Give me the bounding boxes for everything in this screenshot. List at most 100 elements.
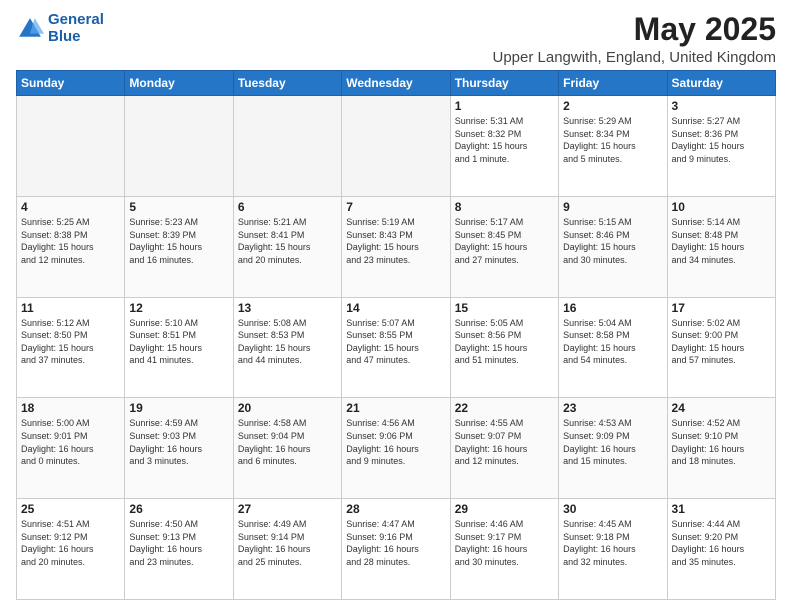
weekday-header-friday: Friday bbox=[559, 71, 667, 96]
title-block: May 2025 Upper Langwith, England, United… bbox=[492, 12, 776, 66]
header: General Blue May 2025 Upper Langwith, En… bbox=[16, 12, 776, 66]
day-number: 31 bbox=[672, 502, 771, 516]
day-info: Sunrise: 5:02 AM Sunset: 9:00 PM Dayligh… bbox=[672, 317, 771, 367]
calendar-cell: 7 Sunrise: 5:19 AM Sunset: 8:43 PM Daylig… bbox=[342, 196, 450, 297]
calendar-cell bbox=[342, 96, 450, 197]
day-info: Sunrise: 5:04 AM Sunset: 8:58 PM Dayligh… bbox=[563, 317, 662, 367]
day-number: 2 bbox=[563, 99, 662, 113]
weekday-header-saturday: Saturday bbox=[667, 71, 775, 96]
day-number: 4 bbox=[21, 200, 120, 214]
week-row-4: 18 Sunrise: 5:00 AM Sunset: 9:01 PM Dayli… bbox=[17, 398, 776, 499]
day-info: Sunrise: 5:14 AM Sunset: 8:48 PM Dayligh… bbox=[672, 216, 771, 266]
day-info: Sunrise: 4:52 AM Sunset: 9:10 PM Dayligh… bbox=[672, 417, 771, 467]
day-number: 6 bbox=[238, 200, 337, 214]
day-info: Sunrise: 4:45 AM Sunset: 9:18 PM Dayligh… bbox=[563, 518, 662, 568]
calendar-cell: 30 Sunrise: 4:45 AM Sunset: 9:18 PM Dayli… bbox=[559, 499, 667, 600]
day-info: Sunrise: 5:23 AM Sunset: 8:39 PM Dayligh… bbox=[129, 216, 228, 266]
day-number: 12 bbox=[129, 301, 228, 315]
calendar-cell: 13Sunrise: 5:08 AM Sunset: 8:53 PM Dayli… bbox=[233, 297, 341, 398]
day-number: 5 bbox=[129, 200, 228, 214]
day-number: 9 bbox=[563, 200, 662, 214]
day-info: Sunrise: 4:58 AM Sunset: 9:04 PM Dayligh… bbox=[238, 417, 337, 467]
calendar-cell: 6Sunrise: 5:21 AM Sunset: 8:41 PM Daylig… bbox=[233, 196, 341, 297]
day-number: 20 bbox=[238, 401, 337, 415]
day-info: Sunrise: 4:46 AM Sunset: 9:17 PM Dayligh… bbox=[455, 518, 554, 568]
calendar-cell: 17 Sunrise: 5:02 AM Sunset: 9:00 PM Dayli… bbox=[667, 297, 775, 398]
day-info: Sunrise: 4:56 AM Sunset: 9:06 PM Dayligh… bbox=[346, 417, 445, 467]
weekday-header-monday: Monday bbox=[125, 71, 233, 96]
day-number: 27 bbox=[238, 502, 337, 516]
calendar-cell: 21 Sunrise: 4:56 AM Sunset: 9:06 PM Dayli… bbox=[342, 398, 450, 499]
location-title: Upper Langwith, England, United Kingdom bbox=[492, 49, 776, 66]
calendar-cell: 4 Sunrise: 5:25 AM Sunset: 8:38 PM Daylig… bbox=[17, 196, 125, 297]
calendar-cell: 27Sunrise: 4:49 AM Sunset: 9:14 PM Dayli… bbox=[233, 499, 341, 600]
day-info: Sunrise: 4:47 AM Sunset: 9:16 PM Dayligh… bbox=[346, 518, 445, 568]
calendar-cell: 31Sunrise: 4:44 AM Sunset: 9:20 PM Dayli… bbox=[667, 499, 775, 600]
day-number: 16 bbox=[563, 301, 662, 315]
calendar-cell: 25 Sunrise: 4:51 AM Sunset: 9:12 PM Dayli… bbox=[17, 499, 125, 600]
day-info: Sunrise: 4:50 AM Sunset: 9:13 PM Dayligh… bbox=[129, 518, 228, 568]
day-info: Sunrise: 5:19 AM Sunset: 8:43 PM Dayligh… bbox=[346, 216, 445, 266]
calendar-cell: 18 Sunrise: 5:00 AM Sunset: 9:01 PM Dayli… bbox=[17, 398, 125, 499]
day-number: 7 bbox=[346, 200, 445, 214]
calendar-cell bbox=[17, 96, 125, 197]
day-info: Sunrise: 4:53 AM Sunset: 9:09 PM Dayligh… bbox=[563, 417, 662, 467]
calendar-cell: 12 Sunrise: 5:10 AM Sunset: 8:51 PM Dayli… bbox=[125, 297, 233, 398]
calendar-cell: 26 Sunrise: 4:50 AM Sunset: 9:13 PM Dayli… bbox=[125, 499, 233, 600]
day-info: Sunrise: 5:00 AM Sunset: 9:01 PM Dayligh… bbox=[21, 417, 120, 467]
calendar-cell: 15 Sunrise: 5:05 AM Sunset: 8:56 PM Dayli… bbox=[450, 297, 558, 398]
day-number: 18 bbox=[21, 401, 120, 415]
day-number: 3 bbox=[672, 99, 771, 113]
day-number: 25 bbox=[21, 502, 120, 516]
calendar-cell: 1Sunrise: 5:31 AM Sunset: 8:32 PM Daylig… bbox=[450, 96, 558, 197]
calendar-cell: 23 Sunrise: 4:53 AM Sunset: 9:09 PM Dayli… bbox=[559, 398, 667, 499]
calendar-cell: 10 Sunrise: 5:14 AM Sunset: 8:48 PM Dayli… bbox=[667, 196, 775, 297]
logo-icon bbox=[16, 15, 44, 43]
calendar-cell bbox=[233, 96, 341, 197]
day-number: 30 bbox=[563, 502, 662, 516]
weekday-header-tuesday: Tuesday bbox=[233, 71, 341, 96]
day-number: 15 bbox=[455, 301, 554, 315]
week-row-1: 1Sunrise: 5:31 AM Sunset: 8:32 PM Daylig… bbox=[17, 96, 776, 197]
week-row-5: 25 Sunrise: 4:51 AM Sunset: 9:12 PM Dayli… bbox=[17, 499, 776, 600]
day-number: 1 bbox=[455, 99, 554, 113]
day-number: 11 bbox=[21, 301, 120, 315]
logo-line2: Blue bbox=[48, 29, 104, 46]
day-info: Sunrise: 5:15 AM Sunset: 8:46 PM Dayligh… bbox=[563, 216, 662, 266]
day-number: 29 bbox=[455, 502, 554, 516]
day-info: Sunrise: 5:25 AM Sunset: 8:38 PM Dayligh… bbox=[21, 216, 120, 266]
day-info: Sunrise: 5:05 AM Sunset: 8:56 PM Dayligh… bbox=[455, 317, 554, 367]
month-title: May 2025 bbox=[492, 12, 776, 47]
weekday-header-row: SundayMondayTuesdayWednesdayThursdayFrid… bbox=[17, 71, 776, 96]
day-number: 8 bbox=[455, 200, 554, 214]
day-number: 19 bbox=[129, 401, 228, 415]
logo-text: General Blue bbox=[48, 12, 104, 45]
logo: General Blue bbox=[16, 12, 104, 45]
day-number: 14 bbox=[346, 301, 445, 315]
calendar-cell: 9 Sunrise: 5:15 AM Sunset: 8:46 PM Daylig… bbox=[559, 196, 667, 297]
day-number: 17 bbox=[672, 301, 771, 315]
day-info: Sunrise: 4:51 AM Sunset: 9:12 PM Dayligh… bbox=[21, 518, 120, 568]
calendar-cell: 19Sunrise: 4:59 AM Sunset: 9:03 PM Dayli… bbox=[125, 398, 233, 499]
day-info: Sunrise: 5:07 AM Sunset: 8:55 PM Dayligh… bbox=[346, 317, 445, 367]
page: General Blue May 2025 Upper Langwith, En… bbox=[0, 0, 792, 612]
day-info: Sunrise: 5:27 AM Sunset: 8:36 PM Dayligh… bbox=[672, 115, 771, 165]
calendar-cell: 16 Sunrise: 5:04 AM Sunset: 8:58 PM Dayli… bbox=[559, 297, 667, 398]
calendar-cell: 14 Sunrise: 5:07 AM Sunset: 8:55 PM Dayli… bbox=[342, 297, 450, 398]
weekday-header-wednesday: Wednesday bbox=[342, 71, 450, 96]
weekday-header-thursday: Thursday bbox=[450, 71, 558, 96]
calendar-cell: 5 Sunrise: 5:23 AM Sunset: 8:39 PM Daylig… bbox=[125, 196, 233, 297]
day-number: 23 bbox=[563, 401, 662, 415]
weekday-header-sunday: Sunday bbox=[17, 71, 125, 96]
day-number: 26 bbox=[129, 502, 228, 516]
day-number: 22 bbox=[455, 401, 554, 415]
calendar-cell: 2Sunrise: 5:29 AM Sunset: 8:34 PM Daylig… bbox=[559, 96, 667, 197]
calendar-cell: 8 Sunrise: 5:17 AM Sunset: 8:45 PM Daylig… bbox=[450, 196, 558, 297]
day-info: Sunrise: 5:08 AM Sunset: 8:53 PM Dayligh… bbox=[238, 317, 337, 367]
day-number: 21 bbox=[346, 401, 445, 415]
day-info: Sunrise: 5:17 AM Sunset: 8:45 PM Dayligh… bbox=[455, 216, 554, 266]
week-row-3: 11Sunrise: 5:12 AM Sunset: 8:50 PM Dayli… bbox=[17, 297, 776, 398]
day-info: Sunrise: 5:10 AM Sunset: 8:51 PM Dayligh… bbox=[129, 317, 228, 367]
day-number: 10 bbox=[672, 200, 771, 214]
calendar-cell: 3 Sunrise: 5:27 AM Sunset: 8:36 PM Daylig… bbox=[667, 96, 775, 197]
